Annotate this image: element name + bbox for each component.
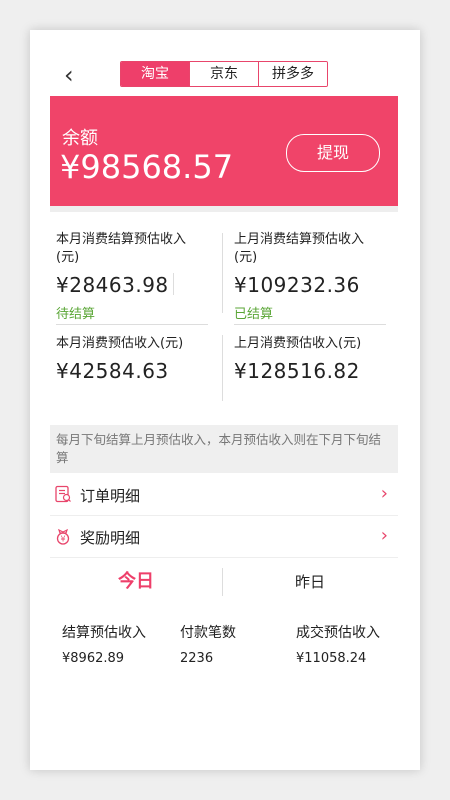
- daily-settle-estimate: 结算预估收入 ¥8962.89: [62, 623, 162, 669]
- daily-deal-estimate: 成交预估收入 ¥11058.24: [296, 623, 396, 669]
- stat-value: ¥8962.89: [62, 651, 125, 666]
- stat-value: ¥128516.82: [234, 359, 360, 383]
- settlement-notice: 每月下旬结算上月预估收入，本月预估收入则在下月下旬结算: [50, 425, 398, 473]
- top-bar: ‹ 淘宝 京东 拼多多: [50, 55, 398, 95]
- status-settled: 已结算: [234, 303, 386, 325]
- stat-value: ¥109232.36: [234, 273, 360, 297]
- stat-last-month-settle: 上月消费结算预估收入(元) ¥109232.36 已结算: [234, 231, 386, 325]
- chevron-right-icon: ›: [380, 483, 388, 504]
- app-screen: ‹ 淘宝 京东 拼多多 余额 ¥98568.57 提现 本月消费结算预估收入(元…: [50, 55, 398, 755]
- divider: [173, 273, 174, 295]
- stat-value: ¥42584.63: [56, 359, 169, 383]
- balance-card: 余额 ¥98568.57 提现: [50, 96, 398, 206]
- stat-value: ¥11058.24: [296, 651, 367, 666]
- daily-payment-count: 付款笔数 2236: [180, 623, 280, 669]
- menu-order-details[interactable]: 订单明细 ›: [50, 475, 398, 516]
- tab-yesterday[interactable]: 昨日: [224, 560, 396, 604]
- divider: [50, 206, 398, 212]
- stat-label: 付款笔数: [180, 625, 236, 641]
- menu-label: 奖励明细: [80, 529, 141, 547]
- day-tabs: 今日 昨日: [50, 560, 398, 604]
- balance-label: 余额: [62, 128, 98, 149]
- tab-pinduoduo[interactable]: 拼多多: [258, 62, 327, 86]
- tab-taobao[interactable]: 淘宝: [121, 62, 189, 86]
- svg-text:¥: ¥: [60, 535, 65, 544]
- withdraw-button[interactable]: 提现: [286, 134, 380, 172]
- divider: [222, 568, 223, 596]
- stat-label: 本月消费预估收入(元): [56, 336, 184, 351]
- stat-label: 上月消费预估收入(元): [234, 336, 362, 351]
- chevron-right-icon: ›: [380, 525, 388, 546]
- stat-value: 2236: [180, 651, 214, 666]
- reward-money-icon: ¥: [56, 528, 70, 545]
- stat-label: 结算预估收入: [62, 625, 146, 641]
- divider: [222, 233, 223, 313]
- menu-label: 订单明细: [80, 487, 141, 505]
- stat-label: 上月消费结算预估收入(元): [234, 232, 365, 265]
- stat-this-month-settle: 本月消费结算预估收入(元) ¥28463.98 待结算: [56, 231, 208, 325]
- menu-reward-details[interactable]: ¥ 奖励明细 ›: [50, 517, 398, 558]
- divider: [222, 335, 223, 401]
- tab-jd[interactable]: 京东: [189, 62, 258, 86]
- chevron-left-icon[interactable]: ‹: [64, 61, 74, 89]
- status-pending: 待结算: [56, 303, 208, 325]
- stat-label: 成交预估收入: [296, 625, 380, 641]
- stat-this-month-est: 本月消费预估收入(元) ¥42584.63: [56, 335, 183, 383]
- platform-tabs: 淘宝 京东 拼多多: [120, 61, 328, 87]
- balance-value: ¥98568.57: [60, 148, 234, 186]
- stat-value: ¥28463.98: [56, 273, 169, 297]
- order-list-icon: [55, 485, 71, 503]
- stat-last-month-est: 上月消费预估收入(元) ¥128516.82: [234, 335, 361, 383]
- tab-today[interactable]: 今日: [50, 560, 222, 604]
- stat-label: 本月消费结算预估收入(元): [56, 232, 187, 265]
